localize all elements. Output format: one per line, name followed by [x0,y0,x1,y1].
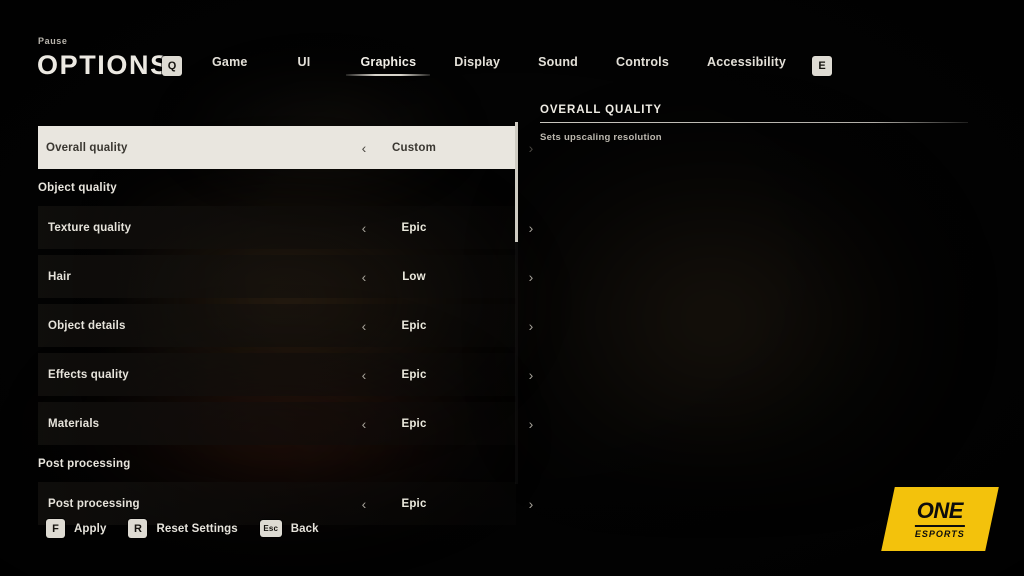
setting-value: Epic [401,417,427,430]
prev-tab-key-hint[interactable]: Q [162,56,182,76]
info-panel: OVERALL QUALITY Sets upscaling resolutio… [540,104,970,143]
info-panel-title: OVERALL QUALITY [540,104,662,116]
setting-row-texture-quality[interactable]: Texture quality ‹ Epic › [38,206,534,249]
setting-value: Epic [401,497,427,510]
tab-accessibility[interactable]: Accessibility [707,55,786,76]
setting-stepper: ‹ Low › [306,255,534,298]
setting-row-object-details[interactable]: Object details ‹ Epic › [38,304,534,347]
setting-value: Epic [401,368,427,381]
setting-label: Hair [48,270,71,283]
action-reset-settings[interactable]: R Reset Settings [128,519,238,538]
setting-row-overall-quality[interactable]: Overall quality ‹ Custom › [38,126,534,169]
setting-stepper: ‹ Epic › [306,206,534,249]
setting-value: Low [402,270,426,283]
chevron-right-icon[interactable]: › [521,221,541,235]
setting-label: Texture quality [48,221,132,234]
setting-value: Epic [401,319,427,332]
chevron-right-icon[interactable]: › [521,270,541,284]
settings-list: Overall quality ‹ Custom › Object qualit… [38,126,534,525]
setting-row-effects-quality[interactable]: Effects quality ‹ Epic › [38,353,534,396]
key-hint-esc: Esc [259,520,282,537]
next-tab-key-hint[interactable]: E [812,56,833,76]
tab-bar: Q Game UI Graphics Display Sound Control… [162,48,1024,82]
setting-value: Epic [401,221,427,234]
tab-sound[interactable]: Sound [538,55,578,76]
action-label: Apply [74,522,107,535]
tab-controls[interactable]: Controls [616,55,669,76]
chevron-right-icon[interactable]: › [521,319,541,333]
action-label: Back [290,522,319,535]
tab-display[interactable]: Display [454,55,500,76]
chevron-right-icon[interactable]: › [521,417,541,431]
setting-label: Materials [48,417,100,430]
chevron-right-icon[interactable]: › [521,141,541,155]
settings-scrollbar-thumb[interactable] [515,122,518,242]
setting-stepper: ‹ Epic › [306,353,534,396]
page-title: OPTIONS [37,50,170,80]
tab-graphics[interactable]: Graphics [346,55,430,76]
breadcrumb: Pause [38,36,68,46]
key-hint-f: F [46,519,65,538]
setting-row-materials[interactable]: Materials ‹ Epic › [38,402,534,445]
info-panel-description: Sets upscaling resolution [540,132,662,143]
key-hint-r: R [128,519,148,538]
watermark-line-one: ONE [916,497,964,523]
section-header-post-processing: Post processing [38,457,131,470]
setting-label: Overall quality [46,141,128,154]
setting-stepper: ‹ Custom › [306,126,534,169]
setting-stepper: ‹ Epic › [306,402,534,445]
watermark-line-two: ESPORTS [915,524,965,539]
chevron-right-icon[interactable]: › [521,368,541,382]
game-options-screen: Pause OPTIONS Q Game UI Graphics Display… [0,0,1024,576]
action-label: Reset Settings [156,522,238,535]
chevron-right-icon[interactable]: › [521,497,541,511]
setting-label: Object details [48,319,126,332]
tab-game[interactable]: Game [212,55,248,76]
section-header-object-quality: Object quality [38,181,117,194]
tab-ui[interactable]: UI [298,55,311,76]
setting-row-hair[interactable]: Hair ‹ Low › [38,255,534,298]
action-apply[interactable]: F Apply [46,519,106,538]
setting-stepper: ‹ Epic › [306,482,534,525]
one-esports-watermark: ONE ESPORTS [881,487,999,551]
setting-label: Post processing [48,497,140,510]
setting-stepper: ‹ Epic › [306,304,534,347]
action-back[interactable]: Esc Back [259,520,319,537]
setting-label: Effects quality [48,368,129,381]
setting-value: Custom [391,141,436,154]
info-panel-divider [540,122,968,123]
action-bar: F Apply R Reset Settings Esc Back [46,519,319,538]
